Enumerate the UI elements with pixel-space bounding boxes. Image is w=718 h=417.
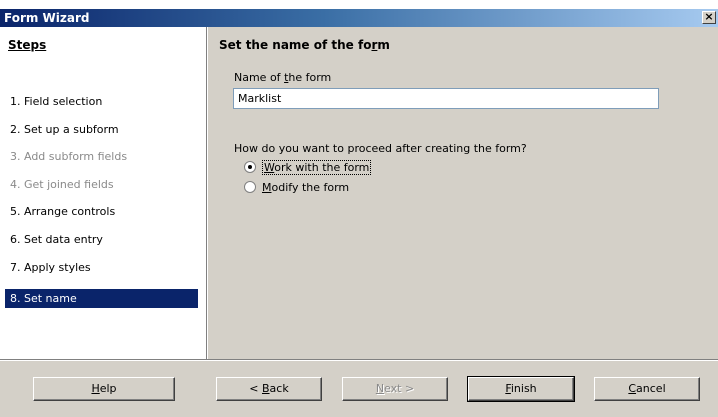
sidebar-divider	[206, 27, 208, 359]
help-button[interactable]: Help	[33, 377, 175, 401]
form-wizard-window: Form Wizard × Steps 1. Field selection 2…	[0, 9, 718, 417]
step-set-data-entry[interactable]: 6. Set data entry	[8, 230, 198, 249]
modify-form-option[interactable]: Modify the form	[244, 179, 349, 195]
step-apply-styles[interactable]: 7. Apply styles	[8, 258, 198, 277]
step-arrange-controls[interactable]: 5. Arrange controls	[8, 202, 198, 221]
step-add-subform-fields: 3. Add subform fields	[10, 150, 128, 163]
steps-heading: Steps	[8, 38, 47, 52]
window-title: Form Wizard	[4, 11, 90, 25]
close-button[interactable]: ×	[702, 11, 716, 24]
step-set-up-subform[interactable]: 2. Set up a subform	[8, 120, 198, 139]
steps-sidebar: Steps 1. Field selection 2. Set up a sub…	[0, 27, 206, 359]
button-bar-separator	[0, 359, 718, 361]
page-title: Set the name of the form	[219, 38, 390, 52]
radio-unchecked-icon[interactable]	[244, 181, 256, 193]
close-icon: ×	[704, 10, 714, 23]
title-bar[interactable]: Form Wizard ×	[0, 9, 718, 27]
radio-checked-icon[interactable]	[244, 161, 256, 173]
cancel-button[interactable]: Cancel	[594, 377, 700, 401]
step-get-joined-fields: 4. Get joined fields	[10, 178, 114, 191]
proceed-question: How do you want to proceed after creatin…	[234, 142, 527, 155]
finish-button[interactable]: Finish	[467, 376, 575, 402]
modify-form-label[interactable]: Modify the form	[262, 181, 349, 194]
form-name-label: Name of the form	[234, 71, 332, 84]
work-with-form-label[interactable]: Work with the form	[262, 159, 372, 175]
back-button[interactable]: < Back	[216, 377, 322, 401]
step-field-selection[interactable]: 1. Field selection	[8, 92, 198, 111]
step-set-name[interactable]: 8. Set name	[5, 289, 198, 308]
form-name-input[interactable]: Marklist	[233, 88, 659, 109]
next-button: Next >	[342, 377, 448, 401]
work-with-form-option[interactable]: Work with the form	[244, 159, 372, 175]
main-panel: Set the name of the form Name of the for…	[209, 27, 718, 359]
